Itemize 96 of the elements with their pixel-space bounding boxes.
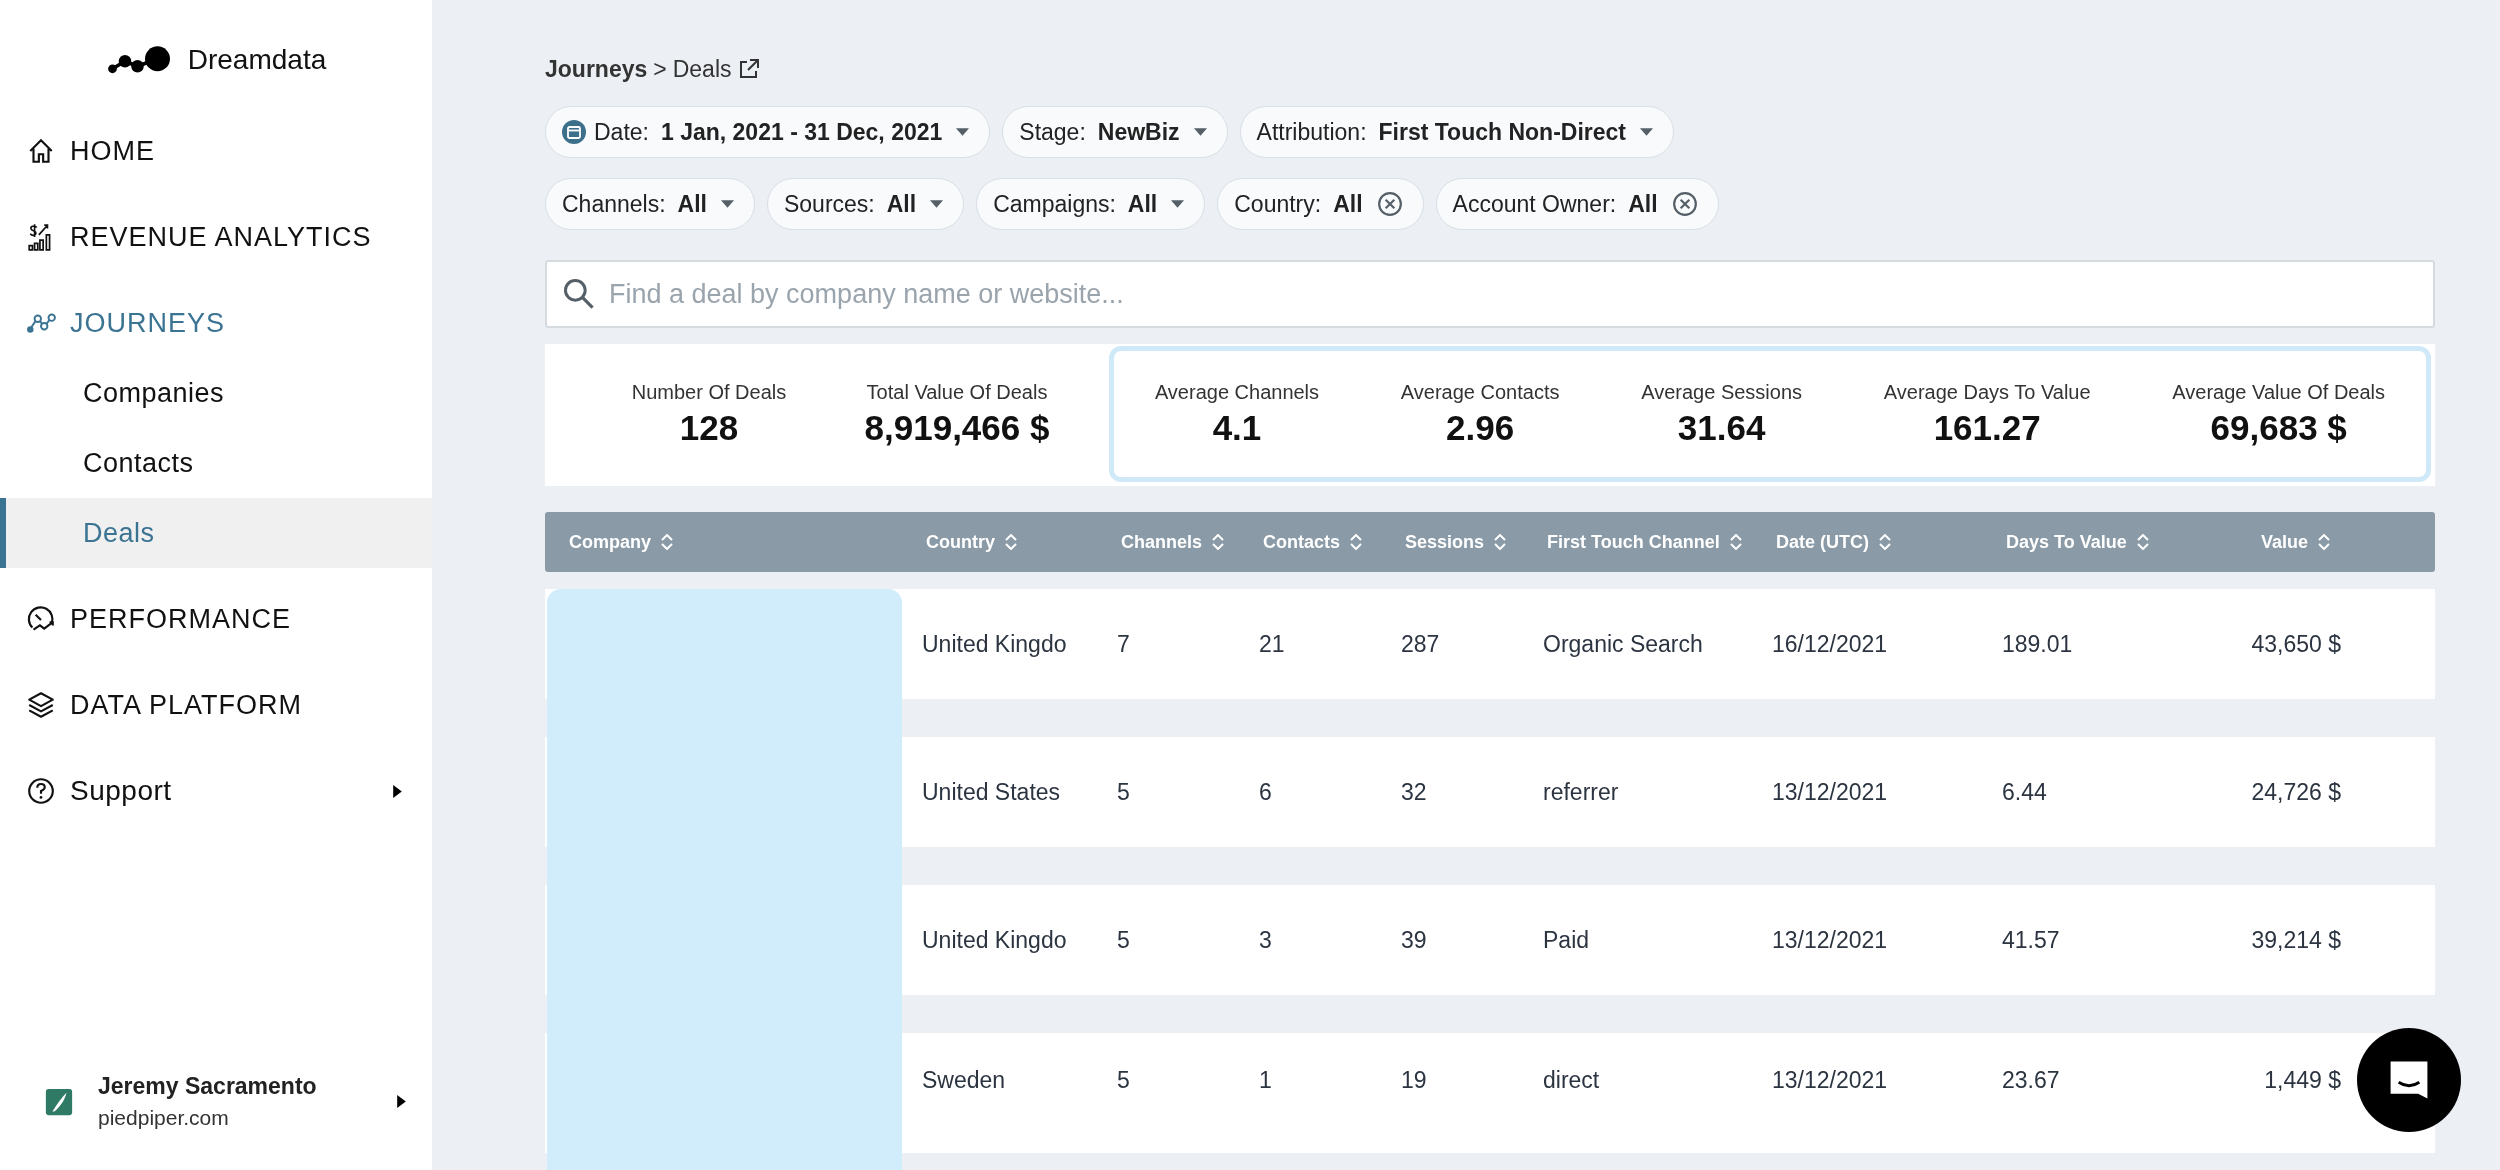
table-cell-text: 16/12/2021 bbox=[1771, 630, 1889, 658]
sort-icon bbox=[2136, 534, 2149, 550]
filter-dropdown[interactable]: Date: 1 Jan, 2021 - 31 Dec, 2021 bbox=[545, 106, 991, 158]
stat-value: 69,683 $ bbox=[2210, 407, 2347, 448]
external-link-icon bbox=[737, 58, 760, 80]
stat-value: 161.27 bbox=[1933, 407, 2041, 448]
caret-icon bbox=[720, 200, 734, 208]
table-cell-text: 189.01 bbox=[2001, 630, 2074, 658]
user-domain: piedpiper.com bbox=[98, 1106, 230, 1130]
stat-label: Number Of Deals bbox=[631, 380, 787, 404]
clear-icon bbox=[1671, 191, 1698, 217]
table-cell-text: Organic Search bbox=[1542, 630, 1704, 658]
search-icon bbox=[563, 278, 595, 310]
clear-icon bbox=[1376, 191, 1403, 217]
sort-icon bbox=[661, 534, 673, 550]
stat-value: 128 bbox=[679, 407, 739, 448]
breadcrumb-current: Deals bbox=[672, 55, 732, 83]
user-name: Jeremy Sacramento bbox=[98, 1073, 318, 1100]
caret-icon bbox=[956, 128, 970, 136]
table-cell-text: 6 bbox=[1258, 778, 1273, 806]
filter-dropdown[interactable]: Campaigns: All bbox=[976, 178, 1206, 230]
sort-icon bbox=[1879, 534, 1891, 550]
table-cell-text: United Kingdo bbox=[921, 630, 1068, 658]
stat-value: 2.96 bbox=[1446, 407, 1515, 448]
table-cell-text: 7 bbox=[1116, 630, 1131, 658]
sort-icon bbox=[1494, 534, 1507, 550]
nav-subitem[interactable]: Deals bbox=[0, 498, 432, 568]
table-cell-text: 6.44 bbox=[2001, 778, 2048, 806]
nav-subitem[interactable]: Contacts bbox=[0, 428, 432, 498]
account-switcher[interactable]: Jeremy Sacramento piedpiper.com bbox=[0, 1073, 432, 1130]
table-cell-text: referrer bbox=[1542, 778, 1620, 806]
stat-value: 8,919,466 $ bbox=[864, 407, 1050, 448]
sort-icon bbox=[1729, 534, 1742, 550]
nav-item[interactable]: PERFORMANCE bbox=[0, 584, 432, 654]
table-cell-text: 39 bbox=[1400, 926, 1428, 954]
table-cell-text: 32 bbox=[1400, 778, 1428, 806]
stat-label: Total Value Of Deals bbox=[866, 380, 1048, 404]
table-cell-text: 13/12/2021 bbox=[1771, 778, 1889, 806]
brand-name: Dreamdata bbox=[187, 44, 327, 76]
table-cell: 24,726 $ bbox=[2251, 778, 2341, 806]
table-cell-text: United Kingdo bbox=[921, 926, 1068, 954]
table-cell-text: 287 bbox=[1400, 630, 1441, 658]
table-cell-text: Paid bbox=[1542, 926, 1591, 954]
feather-icon bbox=[44, 1086, 74, 1117]
table-cell: 39,214 $ bbox=[2251, 926, 2341, 954]
table-cell-text: 13/12/2021 bbox=[1771, 1067, 1889, 1094]
table-cell-text: 19 bbox=[1400, 1067, 1428, 1094]
caret-icon bbox=[1171, 200, 1185, 208]
table-cell-text: 23.67 bbox=[2001, 1067, 2061, 1094]
table-cell-text: 5 bbox=[1116, 778, 1131, 806]
table-cell-text: 5 bbox=[1116, 926, 1131, 954]
table-cell-text: 13/12/2021 bbox=[1771, 926, 1889, 954]
stat-label: Average Contacts bbox=[1400, 380, 1560, 404]
table-cell-text: 21 bbox=[1258, 630, 1286, 658]
nav-item[interactable]: REVENUE ANALYTICS bbox=[0, 202, 432, 272]
sort-icon bbox=[1212, 534, 1225, 550]
nav-item[interactable]: HOME bbox=[0, 116, 432, 186]
nav-item[interactable]: JOURNEYS bbox=[0, 288, 432, 358]
caret-icon bbox=[393, 784, 402, 798]
stat-value: 4.1 bbox=[1212, 407, 1262, 448]
stat-label: Average Value Of Deals bbox=[2172, 380, 2386, 404]
filter-dropdown[interactable]: Sources: All bbox=[766, 178, 965, 230]
table-cell-text: 41.57 bbox=[2001, 926, 2061, 954]
breadcrumb-link[interactable]: Journeys bbox=[545, 55, 648, 83]
table-cell: 43,650 $ bbox=[2251, 630, 2341, 658]
calendar-icon bbox=[562, 120, 586, 144]
table-cell-text: 5 bbox=[1116, 1067, 1131, 1094]
breadcrumb-separator: > bbox=[653, 55, 667, 83]
filter-dropdown[interactable]: Channels: All bbox=[545, 178, 755, 230]
filter-dropdown[interactable]: Attribution: First Touch Non-Direct bbox=[1239, 106, 1674, 158]
layers-icon bbox=[26, 690, 56, 720]
help-icon bbox=[26, 776, 56, 806]
filter-chip[interactable]: Country: All bbox=[1217, 178, 1424, 230]
filter-dropdown[interactable]: Stage: NewBiz bbox=[1002, 106, 1228, 158]
table-cell-text: United States bbox=[921, 778, 1062, 806]
search-field[interactable]: Find a deal by company name or website... bbox=[545, 260, 2435, 328]
sort-icon bbox=[1350, 534, 1362, 550]
filter-chip[interactable]: Account Owner: All bbox=[1435, 178, 1719, 230]
stat-label: Average Sessions bbox=[1641, 380, 1803, 404]
nav-subitem[interactable]: Companies bbox=[0, 358, 432, 428]
nav-item[interactable]: DATA PLATFORM bbox=[0, 670, 432, 740]
table-cell: 1,449 $ bbox=[2264, 1067, 2341, 1094]
table-cell-text: 1 bbox=[1258, 1067, 1273, 1094]
stat-value: 31.64 bbox=[1677, 407, 1766, 448]
table-cell-text: direct bbox=[1542, 1067, 1601, 1094]
nav-item[interactable]: Support bbox=[0, 756, 432, 826]
sort-icon bbox=[1005, 534, 1017, 550]
caret-icon bbox=[930, 200, 944, 208]
caret-icon bbox=[397, 1095, 406, 1108]
table-cell-text: Sweden bbox=[921, 1067, 1007, 1094]
caret-icon bbox=[1640, 128, 1653, 136]
stat-label: Average Channels bbox=[1154, 380, 1320, 404]
stat-label: Average Days To Value bbox=[1883, 380, 2091, 404]
sort-icon bbox=[2318, 534, 2331, 550]
table-cell-text: 3 bbox=[1258, 926, 1273, 954]
caret-icon bbox=[1193, 128, 1207, 136]
